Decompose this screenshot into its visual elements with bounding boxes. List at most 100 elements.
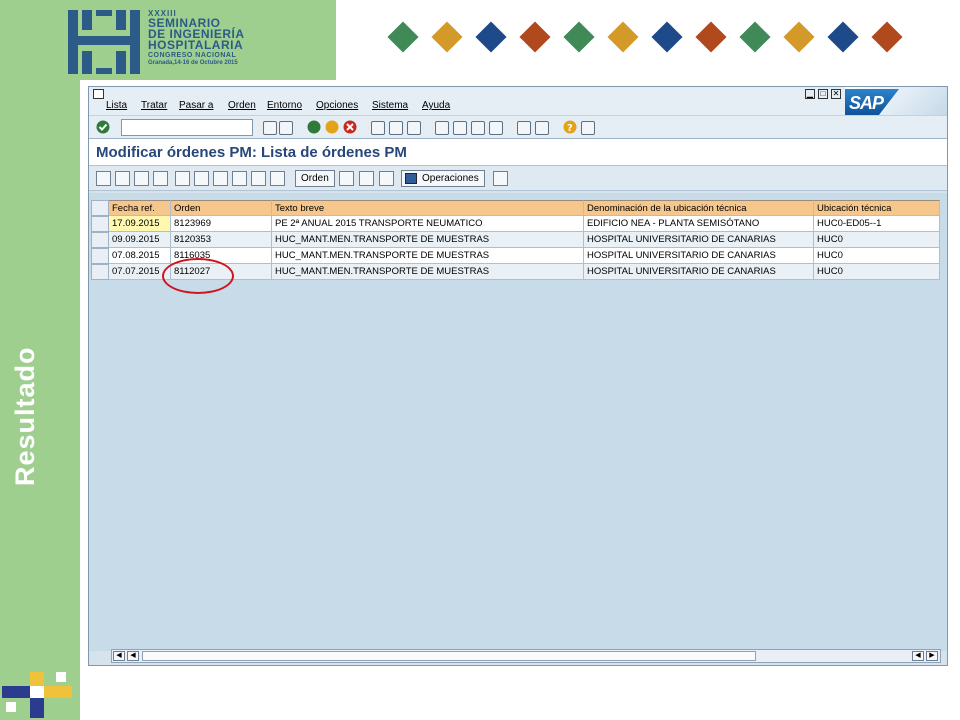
set-filter-icon[interactable] xyxy=(213,171,228,186)
cell-texto[interactable]: HUC_MANT.MEN.TRANSPORTE DE MUESTRAS xyxy=(272,232,584,248)
menu-lista[interactable]: Lista xyxy=(106,100,127,111)
cell-ubicacion[interactable]: HUC0 xyxy=(814,248,940,264)
scroll-right-icon[interactable]: ▶ xyxy=(926,651,938,661)
first-page-icon[interactable] xyxy=(435,121,449,135)
cell-denominacion[interactable]: EDIFICIO NEA - PLANTA SEMISÓTANO xyxy=(584,216,814,232)
cell-orden[interactable]: 8123969 xyxy=(171,216,272,232)
menu-opciones[interactable]: Opciones xyxy=(316,100,358,111)
total-icon[interactable] xyxy=(251,171,266,186)
help-icon[interactable]: ? xyxy=(563,120,577,134)
column-header-fecha[interactable]: Fecha ref. xyxy=(109,200,171,216)
svg-text:?: ? xyxy=(567,123,573,134)
flag-green-icon[interactable] xyxy=(359,171,374,186)
column-header-denominacion[interactable]: Denominación de la ubicación técnica xyxy=(584,200,814,216)
edit-icon[interactable] xyxy=(115,171,130,186)
filter-icon[interactable] xyxy=(232,171,247,186)
congress-logo: XXXIII SEMINARIO DE INGENIERÍA HOSPITALA… xyxy=(0,0,336,80)
row-selector[interactable] xyxy=(91,232,109,248)
row-selector[interactable] xyxy=(91,216,109,232)
operations-grid-icon xyxy=(405,173,417,184)
page-title: Modificar órdenes PM: Lista de órdenes P… xyxy=(96,144,407,161)
settings-icon[interactable] xyxy=(493,171,508,186)
hospital-logo-icon xyxy=(68,10,140,74)
menu-pasar-a[interactable]: Pasar a xyxy=(179,100,213,111)
menu-sistema[interactable]: Sistema xyxy=(372,100,408,111)
layout-menu-icon[interactable] xyxy=(581,121,595,135)
cell-fecha[interactable]: 09.09.2015 xyxy=(109,232,171,248)
exit-icon[interactable] xyxy=(325,120,339,134)
maximize-icon[interactable]: □ xyxy=(818,89,828,99)
decorative-diamond xyxy=(827,21,859,53)
save-icon[interactable] xyxy=(279,121,293,135)
decorative-diamond xyxy=(431,21,463,53)
document-icon[interactable] xyxy=(339,171,354,186)
sap-menu-bar: Lista Tratar Pasar a Orden Entorno Opcio… xyxy=(89,87,947,115)
cell-texto[interactable]: HUC_MANT.MEN.TRANSPORTE DE MUESTRAS xyxy=(272,248,584,264)
menu-entorno[interactable]: Entorno xyxy=(267,100,302,111)
refresh-icon[interactable] xyxy=(134,171,149,186)
decorative-diamond xyxy=(563,21,595,53)
logo-wordmark: XXXIII SEMINARIO DE INGENIERÍA HOSPITALA… xyxy=(148,10,245,67)
row-selector[interactable] xyxy=(91,264,109,280)
cell-texto[interactable]: PE 2ª ANUAL 2015 TRANSPORTE NEUMATICO xyxy=(272,216,584,232)
minimize-icon[interactable]: ▁ xyxy=(805,89,815,99)
cell-ubicacion[interactable]: HUC0-ED05--1 xyxy=(814,216,940,232)
cell-ubicacion[interactable]: HUC0 xyxy=(814,232,940,248)
previous-page-icon[interactable] xyxy=(453,121,467,135)
new-session-icon[interactable] xyxy=(517,121,531,135)
presentation-slide: XXXIII SEMINARIO DE INGENIERÍA HOSPITALA… xyxy=(0,0,960,720)
row-selector[interactable] xyxy=(91,248,109,264)
print-icon[interactable] xyxy=(371,121,385,135)
cell-fecha[interactable]: 07.08.2015 xyxy=(109,248,171,264)
export-icon[interactable] xyxy=(270,171,285,186)
orden-button[interactable]: Orden xyxy=(295,170,335,187)
find-icon[interactable] xyxy=(389,121,403,135)
decorative-diamond xyxy=(695,21,727,53)
decorative-diamond xyxy=(607,21,639,53)
scroll-thumb[interactable] xyxy=(142,651,756,661)
operaciones-button[interactable]: Operaciones xyxy=(401,170,485,187)
save-list-icon[interactable] xyxy=(175,171,190,186)
decorative-diamond xyxy=(651,21,683,53)
back-arrow-icon[interactable] xyxy=(263,121,277,135)
scroll-first-icon[interactable]: ◀ xyxy=(113,651,125,661)
scroll-left-end-icon[interactable]: ◀ xyxy=(912,651,924,661)
flag-icon[interactable] xyxy=(379,171,394,186)
system-menu-icon[interactable] xyxy=(93,89,104,99)
cell-orden[interactable]: 8120353 xyxy=(171,232,272,248)
scroll-left-icon[interactable]: ◀ xyxy=(127,651,139,661)
last-page-icon[interactable] xyxy=(489,121,503,135)
cell-denominacion[interactable]: HOSPITAL UNIVERSITARIO DE CANARIAS xyxy=(584,264,814,280)
decorative-diamond xyxy=(871,21,903,53)
horizontal-scrollbar[interactable]: ◀ ◀ ◀ ▶ xyxy=(111,649,941,663)
enter-check-icon[interactable] xyxy=(96,120,110,134)
decorative-diamond xyxy=(783,21,815,53)
shortcut-icon[interactable] xyxy=(535,121,549,135)
cell-denominacion[interactable]: HOSPITAL UNIVERSITARIO DE CANARIAS xyxy=(584,248,814,264)
cell-fecha[interactable]: 17.09.2015 xyxy=(109,216,171,232)
back-icon[interactable] xyxy=(307,120,321,134)
decorative-diamond-row xyxy=(387,21,918,56)
menu-tratar[interactable]: Tratar xyxy=(141,100,167,111)
cell-ubicacion[interactable]: HUC0 xyxy=(814,264,940,280)
cell-texto[interactable]: HUC_MANT.MEN.TRANSPORTE DE MUESTRAS xyxy=(272,264,584,280)
logo-line-congreso: CONGRESO NACIONAL xyxy=(148,52,237,59)
menu-orden[interactable]: Orden xyxy=(228,100,256,111)
close-icon[interactable]: ✕ xyxy=(831,89,841,99)
menu-ayuda[interactable]: Ayuda xyxy=(422,100,450,111)
next-page-icon[interactable] xyxy=(471,121,485,135)
print-preview-icon[interactable] xyxy=(194,171,209,186)
command-field[interactable] xyxy=(121,119,253,136)
operaciones-button-label: Operaciones xyxy=(422,173,479,184)
choose-icon[interactable] xyxy=(153,171,168,186)
select-all-icon[interactable] xyxy=(91,200,109,216)
cell-denominacion[interactable]: HOSPITAL UNIVERSITARIO DE CANARIAS xyxy=(584,232,814,248)
column-header-texto[interactable]: Texto breve xyxy=(272,200,584,216)
sap-logo-text: SAP xyxy=(849,93,884,113)
cancel-icon[interactable] xyxy=(343,120,357,134)
find-next-icon[interactable] xyxy=(407,121,421,135)
column-header-orden[interactable]: Orden xyxy=(171,200,272,216)
detail-icon[interactable] xyxy=(96,171,111,186)
column-header-ubicacion[interactable]: Ubicación técnica xyxy=(814,200,940,216)
title-area: Modificar órdenes PM: Lista de órdenes P… xyxy=(89,139,947,165)
